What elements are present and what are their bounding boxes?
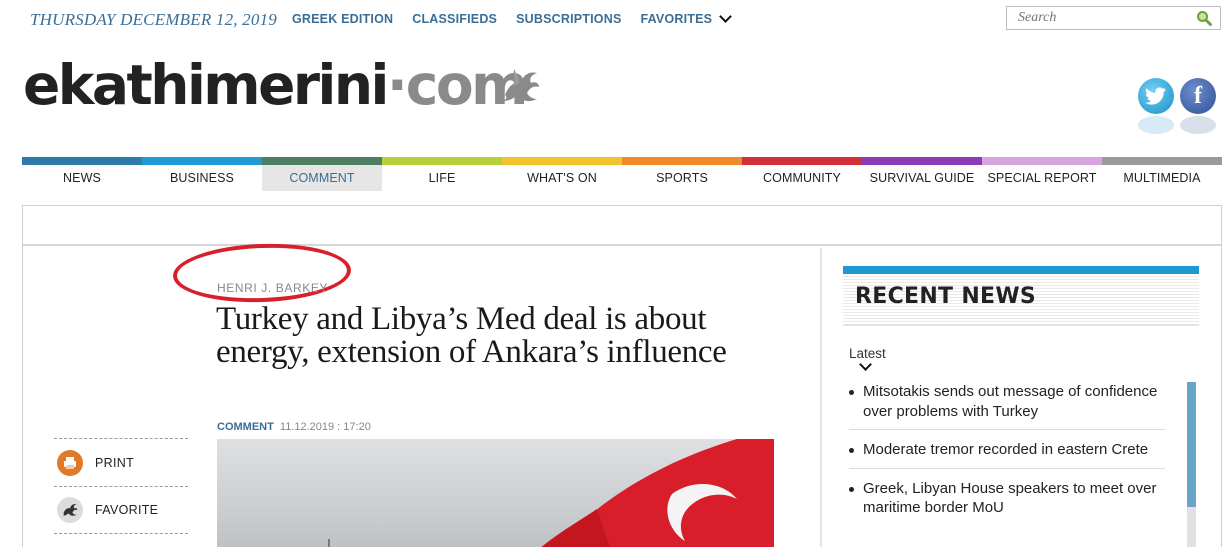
search-box (1006, 6, 1221, 30)
news-item[interactable]: Mitsotakis sends out message of confiden… (849, 382, 1165, 430)
nav-multimedia[interactable]: MULTIMEDIA (1102, 157, 1222, 191)
print-button[interactable]: PRINT (54, 438, 188, 486)
article-headline: Turkey and Libya’s Med deal is about ene… (216, 301, 727, 370)
logo-wordmark: ekathimerini (23, 53, 389, 117)
main-nav: NEWS BUSINESS COMMENT LIFE WHAT'S ON SPO… (22, 157, 1222, 191)
nav-sports[interactable]: SPORTS (622, 157, 742, 191)
tab-latest[interactable]: Latest (849, 346, 886, 361)
top-bar: THURSDAY DECEMBER 12, 2019 GREEK EDITION… (0, 0, 1230, 40)
nav-comment[interactable]: COMMENT (262, 157, 382, 191)
griffin-favorite-icon (57, 497, 83, 523)
griffin-logo-icon (503, 69, 539, 102)
recent-news-header: RECENT NEWS (843, 274, 1199, 326)
chevron-down-icon (719, 10, 733, 23)
news-item[interactable]: Greek, Libyan House speakers to meet ove… (849, 479, 1165, 526)
print-icon (57, 449, 83, 476)
facebook-icon[interactable]: f (1180, 78, 1216, 114)
article-author[interactable]: HENRI J. BARKEY (217, 281, 328, 295)
nav-life[interactable]: LIFE (382, 157, 502, 191)
column-divider (820, 248, 822, 547)
print-label: PRINT (95, 455, 134, 470)
favorites-label: FAVORITES (640, 12, 713, 26)
search-input[interactable] (1007, 7, 1187, 29)
nav-special-report[interactable]: SPECIAL REPORT (982, 157, 1102, 191)
twitter-bird-icon (1145, 87, 1166, 105)
site-logo[interactable]: ekathimerini · com (23, 53, 539, 117)
twitter-icon[interactable] (1138, 78, 1174, 114)
nav-survival-guide[interactable]: SURVIVAL GUIDE (862, 157, 982, 191)
news-scrollbar-thumb[interactable] (1187, 382, 1196, 507)
annotation-circle (172, 240, 352, 306)
favorites-dropdown[interactable]: FAVORITES (640, 10, 733, 26)
nav-news[interactable]: NEWS (22, 157, 142, 191)
logo-dot: · (386, 53, 408, 117)
turkish-flag-image (328, 439, 774, 547)
news-item[interactable]: Moderate tremor recorded in eastern Cret… (849, 440, 1165, 469)
classifieds-link[interactable]: CLASSIFIEDS (412, 12, 497, 26)
subscriptions-link[interactable]: SUBSCRIPTIONS (516, 12, 621, 26)
article-photo[interactable] (217, 439, 774, 547)
nav-whats-on[interactable]: WHAT'S ON (502, 157, 622, 191)
article-tools: PRINT FAVORITE (54, 438, 188, 534)
ad-banner (23, 206, 1221, 246)
nav-business[interactable]: BUSINESS (142, 157, 262, 191)
current-date: THURSDAY DECEMBER 12, 2019 (30, 10, 277, 29)
favorite-label: FAVORITE (95, 503, 159, 517)
nav-community[interactable]: COMMUNITY (742, 157, 862, 191)
article-meta: COMMENT 11.12.2019 : 17:20 (217, 421, 371, 433)
greek-edition-link[interactable]: GREEK EDITION (292, 12, 393, 26)
news-scrollbar[interactable] (1187, 382, 1196, 547)
recent-news-title: RECENT NEWS (855, 284, 1037, 309)
search-icon[interactable] (1196, 10, 1212, 26)
recent-news-accent-bar (843, 266, 1199, 274)
twitter-reflection (1138, 116, 1174, 134)
article-category-link[interactable]: COMMENT (217, 421, 274, 433)
content-frame: HENRI J. BARKEY Turkey and Libya’s Med d… (22, 205, 1222, 547)
facebook-reflection (1180, 116, 1216, 134)
article-date: 11.12.2019 : 17:20 (279, 421, 371, 433)
recent-news-list: Mitsotakis sends out message of confiden… (849, 382, 1165, 536)
top-links: GREEK EDITION CLASSIFIEDS SUBSCRIPTIONS … (292, 10, 733, 26)
favorite-button[interactable]: FAVORITE (54, 486, 188, 534)
